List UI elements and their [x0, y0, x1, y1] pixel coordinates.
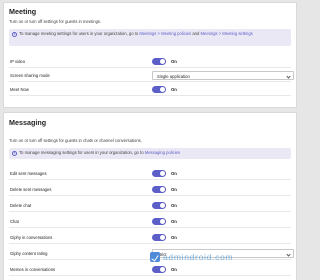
toggle-knob: [160, 87, 165, 92]
meeting-settings-link[interactable]: Meetings > Meeting settings: [201, 31, 253, 36]
toggle-state-label: On: [171, 218, 177, 224]
info-icon: i: [12, 31, 17, 37]
meeting-section-description: Turn on or turn off settings for guests …: [9, 19, 102, 24]
setting-label: Screen sharing mode: [10, 72, 50, 78]
setting-row-chat: Chat On: [9, 215, 291, 228]
giphy-in-conversations-toggle[interactable]: [152, 234, 166, 241]
meet-now-toggle[interactable]: [152, 86, 166, 93]
setting-label: Chat: [10, 218, 19, 224]
messaging-section-description: Turn on or turn off settings for guests …: [9, 138, 142, 143]
meeting-banner-text: To manage meeting settings for users in …: [19, 31, 253, 36]
info-icon: i: [12, 150, 17, 156]
admindroid-watermark: admindroid.com: [150, 249, 270, 265]
meeting-settings-card: Meeting Turn on or turn off settings for…: [3, 2, 297, 108]
edit-sent-messages-toggle[interactable]: [152, 170, 166, 177]
toggle-state-label: On: [171, 234, 177, 240]
messaging-section-title: Messaging: [9, 118, 47, 127]
dropdown-value: Single application: [157, 74, 190, 79]
toggle-state-label: On: [171, 202, 177, 208]
setting-row-screen-sharing-mode: Screen sharing mode Single application: [9, 69, 294, 82]
chat-toggle[interactable]: [152, 218, 166, 225]
chevron-down-icon: [286, 73, 291, 79]
messaging-info-banner: i To manage messaging settings for users…: [9, 148, 291, 159]
delete-sent-messages-toggle[interactable]: [152, 186, 166, 193]
setting-row-meet-now: Meet Now On: [9, 83, 291, 96]
toggle-knob: [160, 267, 165, 272]
messaging-policies-link[interactable]: Messaging policies: [145, 150, 180, 155]
toggle-knob: [160, 59, 165, 64]
messaging-banner-text: To manage messaging settings for users i…: [19, 150, 181, 155]
delete-chat-toggle[interactable]: [152, 202, 166, 209]
screen-sharing-mode-dropdown[interactable]: Single application: [152, 71, 294, 80]
setting-row-giphy-in-conversations: Giphy in conversations On: [9, 231, 291, 244]
memes-in-conversations-toggle[interactable]: [152, 266, 166, 273]
toggle-state-label: On: [171, 266, 177, 272]
setting-row-delete-sent-messages: Delete sent messages On: [9, 183, 291, 196]
meeting-policies-link[interactable]: Meetings > Meeting policies: [139, 31, 191, 36]
toggle-state-label: On: [171, 170, 177, 176]
setting-row-edit-sent-messages: Edit sent messages On: [9, 167, 291, 180]
toggle-state-label: On: [171, 58, 177, 64]
toggle-knob: [160, 171, 165, 176]
setting-label: Delete sent messages: [10, 186, 52, 192]
setting-label: Giphy in conversations: [10, 234, 53, 240]
toggle-knob: [160, 235, 165, 240]
admindroid-logo-icon: [150, 252, 160, 262]
setting-label: Delete chat: [10, 202, 32, 208]
setting-row-delete-chat: Delete chat On: [9, 199, 291, 212]
toggle-state-label: On: [171, 186, 177, 192]
toggle-knob: [160, 219, 165, 224]
setting-label: IP video: [10, 58, 26, 64]
toggle-state-label: On: [171, 86, 177, 92]
toggle-knob: [160, 203, 165, 208]
setting-label: Memes in conversations: [10, 266, 56, 272]
setting-label: Edit sent messages: [10, 170, 47, 176]
meeting-info-banner: i To manage meeting settings for users i…: [9, 29, 291, 46]
setting-label: Meet Now: [10, 86, 29, 92]
toggle-knob: [160, 187, 165, 192]
watermark-text: admindroid.com: [163, 252, 234, 262]
chevron-down-icon: [286, 251, 291, 257]
setting-row-ip-video: IP video On: [9, 55, 291, 68]
meeting-section-title: Meeting: [9, 7, 37, 16]
setting-label: Giphy content rating: [10, 250, 48, 256]
ip-video-toggle[interactable]: [152, 58, 166, 65]
